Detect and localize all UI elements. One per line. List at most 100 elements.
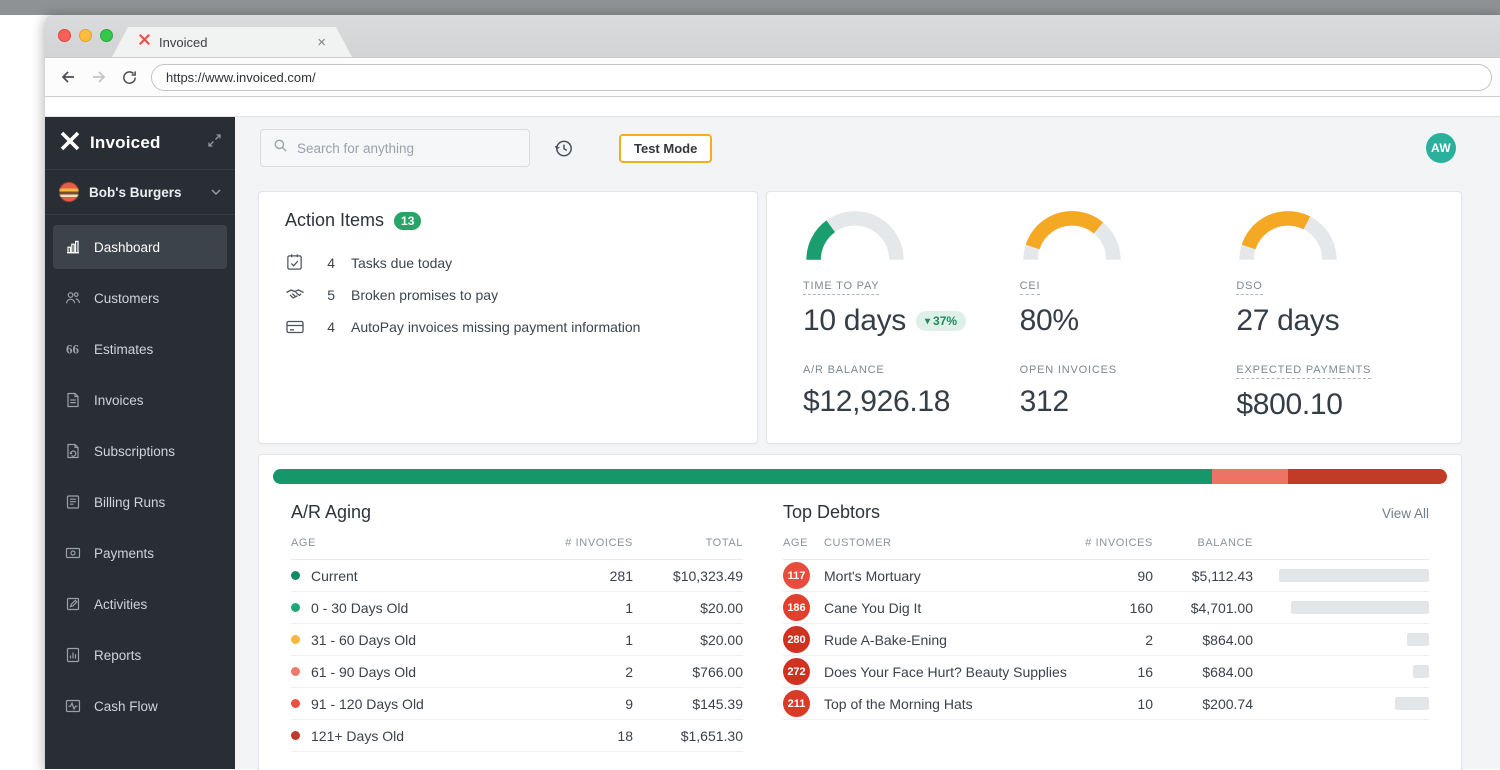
invoice-count: 1 (543, 600, 633, 616)
sidebar-item-subscriptions[interactable]: Subscriptions (53, 429, 227, 473)
total-amount: $1,651.30 (633, 728, 743, 744)
metric-label[interactable]: CEI (1020, 280, 1041, 295)
sidebar-header: Invoiced (45, 117, 235, 169)
age-dot (291, 635, 300, 644)
activities-icon (65, 596, 81, 612)
total-amount: $145.39 (633, 696, 743, 712)
metric-value: $800.10 (1236, 388, 1342, 422)
action-count: 4 (313, 255, 335, 271)
sidebar-item-label: Estimates (94, 342, 153, 357)
customer-link[interactable]: Cane You Dig It (824, 600, 1083, 616)
sidebar-item-estimates[interactable]: 66 Estimates (53, 327, 227, 371)
search-input[interactable] (297, 141, 517, 156)
sidebar-item-billing-runs[interactable]: Billing Runs (53, 480, 227, 524)
address-bar[interactable]: https://www.invoiced.com/ (151, 64, 1492, 91)
sidebar-item-label: Subscriptions (94, 444, 175, 459)
forward-button[interactable] (90, 68, 108, 86)
minimize-window-button[interactable] (79, 29, 92, 42)
history-icon[interactable] (552, 137, 575, 160)
subscriptions-icon (65, 443, 81, 459)
balance-amount: $684.00 (1153, 664, 1253, 680)
sidebar-item-reports[interactable]: Reports (53, 633, 227, 677)
browser-tabstrip: Invoiced × (45, 15, 1500, 58)
invoice-count: 9 (543, 696, 633, 712)
column-header-customer: CUSTOMER (824, 537, 1083, 549)
invoice-count: 281 (543, 568, 633, 584)
metric-value: 80% (1020, 304, 1079, 338)
metric-value: 312 (1020, 385, 1069, 419)
metric-expected-payments: EXPECTED PAYMENTS $800.10 (1236, 364, 1425, 422)
app-topbar: Test Mode AW (235, 117, 1500, 167)
brand-name: Invoiced (90, 133, 199, 153)
metric-value: 10 days (803, 304, 906, 338)
invoiced-app: Invoiced Bob's Burgers (45, 117, 1500, 769)
metric-value: 27 days (1236, 304, 1339, 338)
action-item-broken-promises[interactable]: 5 Broken promises to pay (285, 283, 731, 306)
browser-toolbar: https://www.invoiced.com/ (45, 58, 1500, 97)
reload-button[interactable] (121, 69, 138, 86)
metric-label[interactable]: EXPECTED PAYMENTS (1236, 364, 1371, 379)
browser-tab[interactable]: Invoiced × (112, 27, 352, 57)
column-header-invoices: # INVOICES (1083, 537, 1153, 549)
sidebar-item-label: Payments (94, 546, 154, 561)
view-all-link[interactable]: View All (1382, 506, 1429, 521)
top-debtors-section: Top Debtors View All AGE CUSTOMER # INVO… (783, 502, 1429, 752)
customer-link[interactable]: Mort's Mortuary (824, 568, 1083, 584)
table-row: Current 281 $10,323.49 (291, 560, 743, 592)
column-header-balance: BALANCE (1153, 537, 1253, 549)
ar-aging-stacked-bar (273, 469, 1447, 484)
user-avatar[interactable]: AW (1426, 133, 1456, 163)
invoice-count: 10 (1083, 696, 1153, 712)
search-icon (273, 138, 288, 158)
table-row: 31 - 60 Days Old 1 $20.00 (291, 624, 743, 656)
balance-bar (1279, 601, 1429, 614)
dso-gauge (1236, 208, 1340, 268)
collapse-sidebar-icon[interactable] (208, 134, 221, 152)
metric-time-to-pay: TIME TO PAY 10 days ▾37% (803, 208, 992, 338)
metric-label[interactable]: TIME TO PAY (803, 280, 879, 295)
sidebar-item-cash-flow[interactable]: Cash Flow (53, 684, 227, 728)
org-switcher[interactable]: Bob's Burgers (45, 169, 235, 215)
table-row: 272 Does Your Face Hurt? Beauty Supplies… (783, 656, 1429, 688)
metric-label: A/R BALANCE (803, 364, 885, 376)
metric-dso: DSO 27 days (1236, 208, 1425, 338)
metric-label[interactable]: DSO (1236, 280, 1262, 295)
bar-segment-current (273, 469, 1212, 484)
credit-card-icon (285, 317, 307, 337)
sidebar-item-customers[interactable]: Customers (53, 276, 227, 320)
estimates-quotes-icon: 66 (65, 341, 81, 357)
customer-link[interactable]: Rude A-Bake-Ening (824, 632, 1083, 648)
sidebar-item-dashboard[interactable]: Dashboard (53, 225, 227, 269)
close-window-button[interactable] (58, 29, 71, 42)
billing-runs-icon (65, 494, 81, 510)
sidebar-item-invoices[interactable]: Invoices (53, 378, 227, 422)
action-count: 5 (313, 287, 335, 303)
customer-link[interactable]: Top of the Morning Hats (824, 696, 1083, 712)
customer-link[interactable]: Does Your Face Hurt? Beauty Supplies (824, 664, 1083, 680)
balance-bar (1279, 633, 1429, 646)
invoices-icon (65, 392, 81, 408)
age-badge: 280 (783, 626, 810, 653)
zoom-window-button[interactable] (100, 29, 113, 42)
tab-close-icon[interactable]: × (317, 35, 326, 50)
action-label: AutoPay invoices missing payment informa… (351, 319, 640, 335)
sidebar-item-activities[interactable]: Activities (53, 582, 227, 626)
action-item-autopay[interactable]: 4 AutoPay invoices missing payment infor… (285, 315, 731, 338)
action-label: Broken promises to pay (351, 287, 498, 303)
total-amount: $766.00 (633, 664, 743, 680)
test-mode-badge[interactable]: Test Mode (619, 134, 712, 163)
age-label: 61 - 90 Days Old (311, 664, 543, 680)
metrics-card: TIME TO PAY 10 days ▾37% CEI (766, 191, 1462, 444)
age-dot (291, 603, 300, 612)
bar-segment-mid-aged (1212, 469, 1288, 484)
action-item-tasks[interactable]: 4 Tasks due today (285, 251, 731, 274)
back-button[interactable] (59, 68, 77, 86)
metric-label: OPEN INVOICES (1020, 364, 1117, 376)
invoice-count: 1 (543, 632, 633, 648)
age-dot (291, 571, 300, 580)
screenshot-stage: Invoiced × https://www.invoiced.com/ (0, 0, 1500, 770)
top-debtors-header: AGE CUSTOMER # INVOICES BALANCE (783, 523, 1429, 560)
sidebar-item-payments[interactable]: Payments (53, 531, 227, 575)
global-search[interactable] (260, 129, 530, 167)
sidebar-nav: Dashboard Customers 66 Estimates (45, 215, 235, 745)
